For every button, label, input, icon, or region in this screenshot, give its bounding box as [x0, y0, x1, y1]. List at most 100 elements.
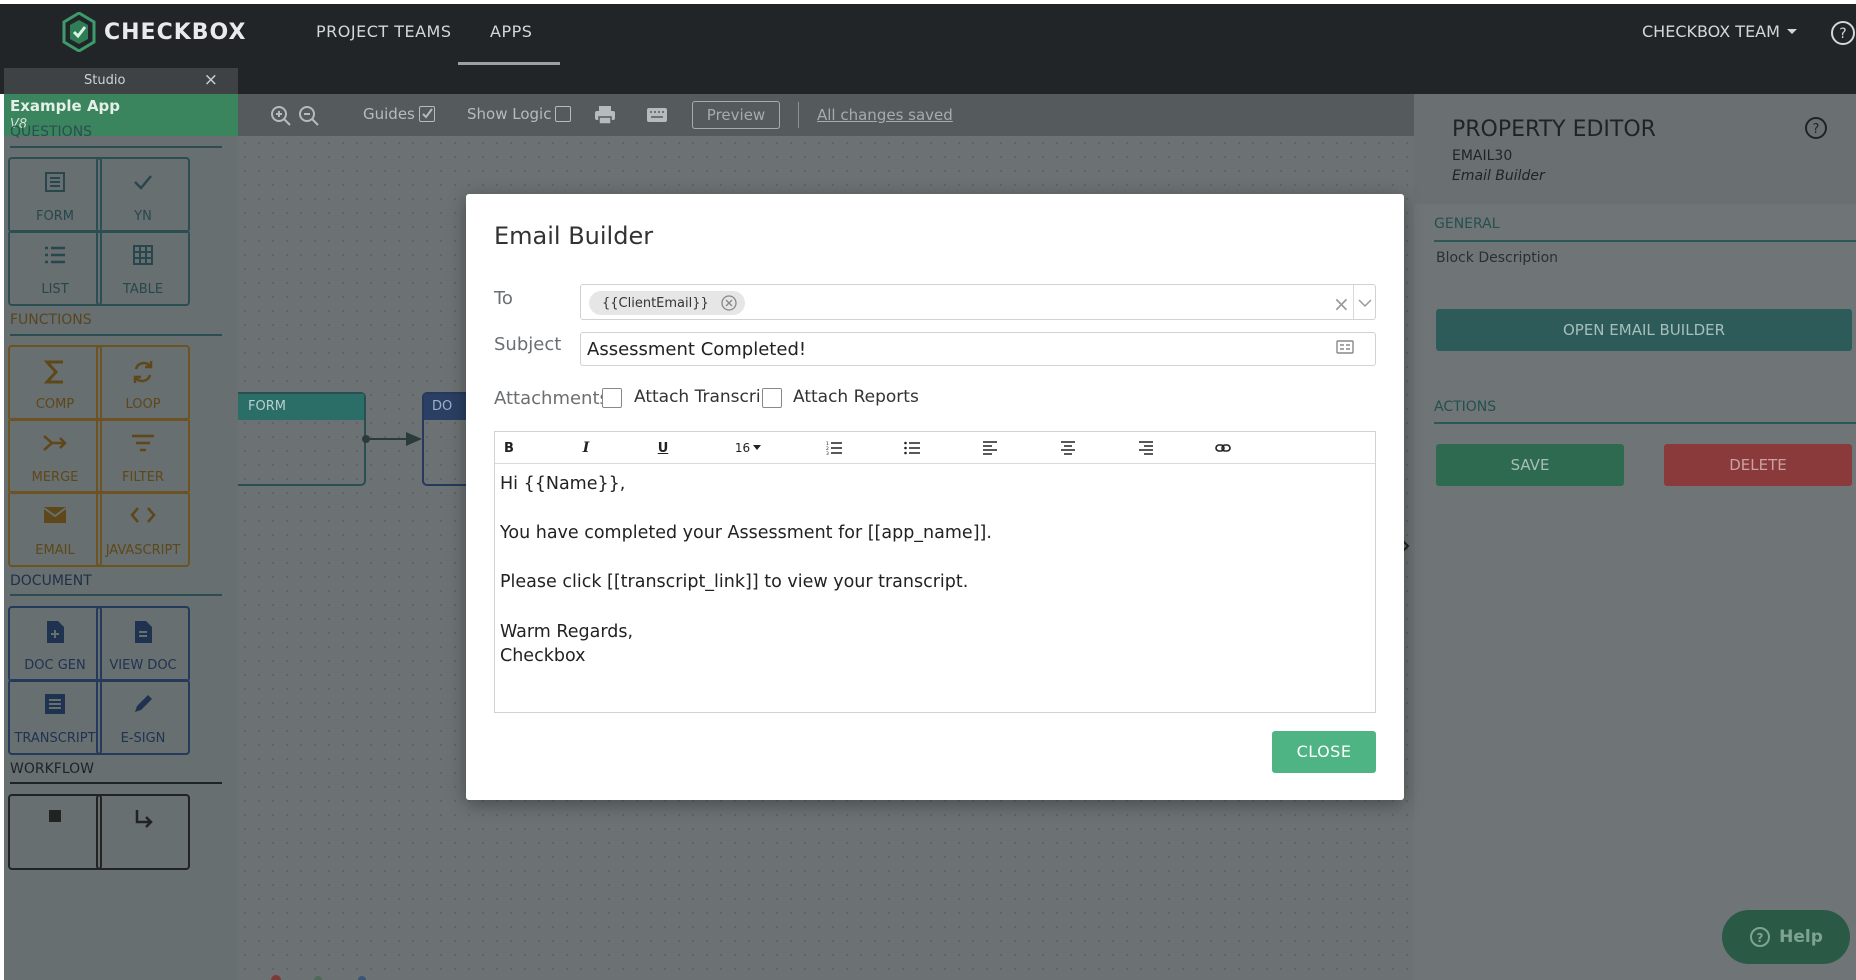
link-icon	[1215, 444, 1231, 452]
help-widget-label: Help	[1779, 927, 1823, 947]
section-title-workflow: WORKFLOW	[10, 761, 94, 777]
block-doc-gen[interactable]: DOC GEN	[8, 606, 102, 682]
block-transcript[interactable]: TRANSCRIPT	[8, 679, 102, 755]
block-table[interactable]: TABLE	[96, 230, 190, 306]
bullet-list-button[interactable]	[900, 438, 924, 458]
insert-variable-icon[interactable]	[1336, 340, 1354, 354]
block-merge[interactable]: MERGE	[8, 418, 102, 494]
underline-button[interactable]: U	[651, 438, 675, 458]
toolbar-separator	[798, 102, 799, 128]
svg-text:3: 3	[826, 451, 829, 455]
node-label: FORM	[248, 399, 286, 414]
nav-apps[interactable]: APPS	[490, 22, 532, 41]
zoom-in-icon[interactable]	[270, 105, 292, 127]
block-type: Email Builder	[1452, 168, 1545, 184]
sigma-icon	[44, 360, 63, 384]
block-redirect[interactable]	[96, 794, 190, 870]
team-menu[interactable]: CHECKBOX TEAM	[1642, 22, 1798, 41]
clear-recipients-icon[interactable]: ×	[1333, 292, 1350, 316]
show-logic-toggle[interactable]: Show Logic	[467, 105, 572, 123]
svg-text:?: ?	[1839, 26, 1846, 42]
align-right-button[interactable]	[1134, 438, 1158, 458]
help-icon[interactable]: ?	[1804, 116, 1828, 140]
block-label: VIEW DOC	[109, 658, 177, 673]
guides-toggle[interactable]: Guides	[363, 105, 435, 123]
block-description-label: Block Description	[1436, 250, 1559, 266]
block-label: EMAIL	[35, 543, 75, 558]
help-widget-button[interactable]: ? Help	[1722, 910, 1850, 964]
body-line: You have completed your Assessment for […	[500, 523, 992, 544]
block-yn[interactable]: YN	[96, 157, 190, 233]
checkmark-icon	[422, 108, 433, 119]
keyboard-icon[interactable]	[646, 107, 668, 123]
nav-project-teams[interactable]: PROJECT TEAMS	[316, 22, 452, 41]
block-javascript[interactable]: JAVASCRIPT	[96, 491, 190, 567]
font-size-value: 16	[734, 441, 751, 455]
delete-button[interactable]: DELETE	[1664, 444, 1852, 486]
block-view-doc[interactable]: VIEW DOC	[96, 606, 190, 682]
recipient-chip: {{ClientEmail}}	[589, 291, 745, 315]
guides-checkbox[interactable]	[418, 106, 435, 122]
block-e-sign[interactable]: E-SIGN	[96, 679, 190, 755]
help-icon[interactable]: ?	[1830, 20, 1856, 46]
body-line: Checkbox	[500, 646, 586, 667]
zoom-out-icon[interactable]	[298, 105, 320, 127]
ordered-list-icon: 123	[826, 441, 842, 455]
document-add-icon	[47, 621, 64, 643]
caret-down-icon	[753, 445, 762, 450]
to-label: To	[494, 288, 513, 309]
block-stop[interactable]	[8, 794, 102, 870]
bold-button[interactable]: B	[497, 438, 521, 458]
transcript-icon	[45, 694, 65, 714]
return-arrow-icon	[135, 810, 153, 828]
block-comp[interactable]: COMP	[8, 345, 102, 421]
section-divider	[10, 594, 222, 596]
block-list[interactable]: LIST	[8, 230, 102, 306]
save-status-link[interactable]: All changes saved	[817, 106, 953, 124]
align-center-button[interactable]	[1056, 438, 1080, 458]
block-label: LOOP	[125, 397, 161, 412]
stop-icon	[49, 810, 61, 822]
checkbox-logo[interactable]: CHECKBOX	[62, 12, 246, 52]
attach-reports-label: Attach Reports	[793, 387, 919, 407]
block-loop[interactable]: LOOP	[96, 345, 190, 421]
block-form[interactable]: FORM	[8, 157, 102, 233]
filter-icon	[132, 434, 154, 452]
italic-button[interactable]: I	[574, 438, 598, 458]
canvas-node-form[interactable]: FORM	[238, 392, 366, 486]
to-recipient-select[interactable]: {{ClientEmail}} ×	[580, 284, 1376, 320]
remove-recipient-icon[interactable]	[721, 295, 737, 311]
guides-label: Guides	[363, 105, 415, 123]
block-filter[interactable]: FILTER	[96, 418, 190, 494]
subject-input[interactable]: Assessment Completed!	[580, 332, 1376, 366]
ordered-list-button[interactable]: 123	[822, 438, 846, 458]
close-studio-icon[interactable]: ×	[204, 70, 218, 90]
align-left-button[interactable]	[978, 438, 1002, 458]
block-label: FILTER	[122, 470, 164, 485]
svg-text:?: ?	[1813, 122, 1820, 137]
section-title-functions: FUNCTIONS	[10, 312, 92, 328]
insert-link-button[interactable]	[1211, 438, 1235, 458]
body-line: Hi {{Name}},	[500, 474, 626, 494]
attach-reports-checkbox[interactable]	[762, 388, 782, 408]
show-logic-checkbox[interactable]	[555, 106, 572, 122]
section-divider	[1434, 240, 1856, 242]
select-divider	[1353, 285, 1354, 319]
save-button[interactable]: SAVE	[1436, 444, 1624, 486]
body-line: Please click [[transcript_link]] to view…	[500, 572, 969, 593]
open-email-builder-button[interactable]: OPEN EMAIL BUILDER	[1436, 309, 1852, 351]
close-button[interactable]: CLOSE	[1272, 731, 1376, 773]
code-icon	[130, 507, 156, 523]
preview-button[interactable]: Preview	[692, 101, 780, 129]
font-size-select[interactable]: 16	[733, 438, 763, 458]
chevron-down-icon[interactable]	[1357, 295, 1373, 311]
block-email[interactable]: EMAIL	[8, 491, 102, 567]
svg-text:?: ?	[1757, 931, 1764, 945]
print-icon[interactable]	[594, 105, 616, 125]
email-body-text[interactable]: Hi {{Name}}, You have completed your Ass…	[500, 472, 1360, 669]
table-icon	[133, 245, 153, 265]
property-editor-panel: PROPERTY EDITOR EMAIL30 Email Builder ? …	[1414, 94, 1856, 980]
attach-transcript-checkbox[interactable]	[602, 388, 622, 408]
studio-tab[interactable]: Studio ×	[4, 68, 238, 94]
property-editor-header: PROPERTY EDITOR EMAIL30 Email Builder ?	[1414, 94, 1856, 204]
